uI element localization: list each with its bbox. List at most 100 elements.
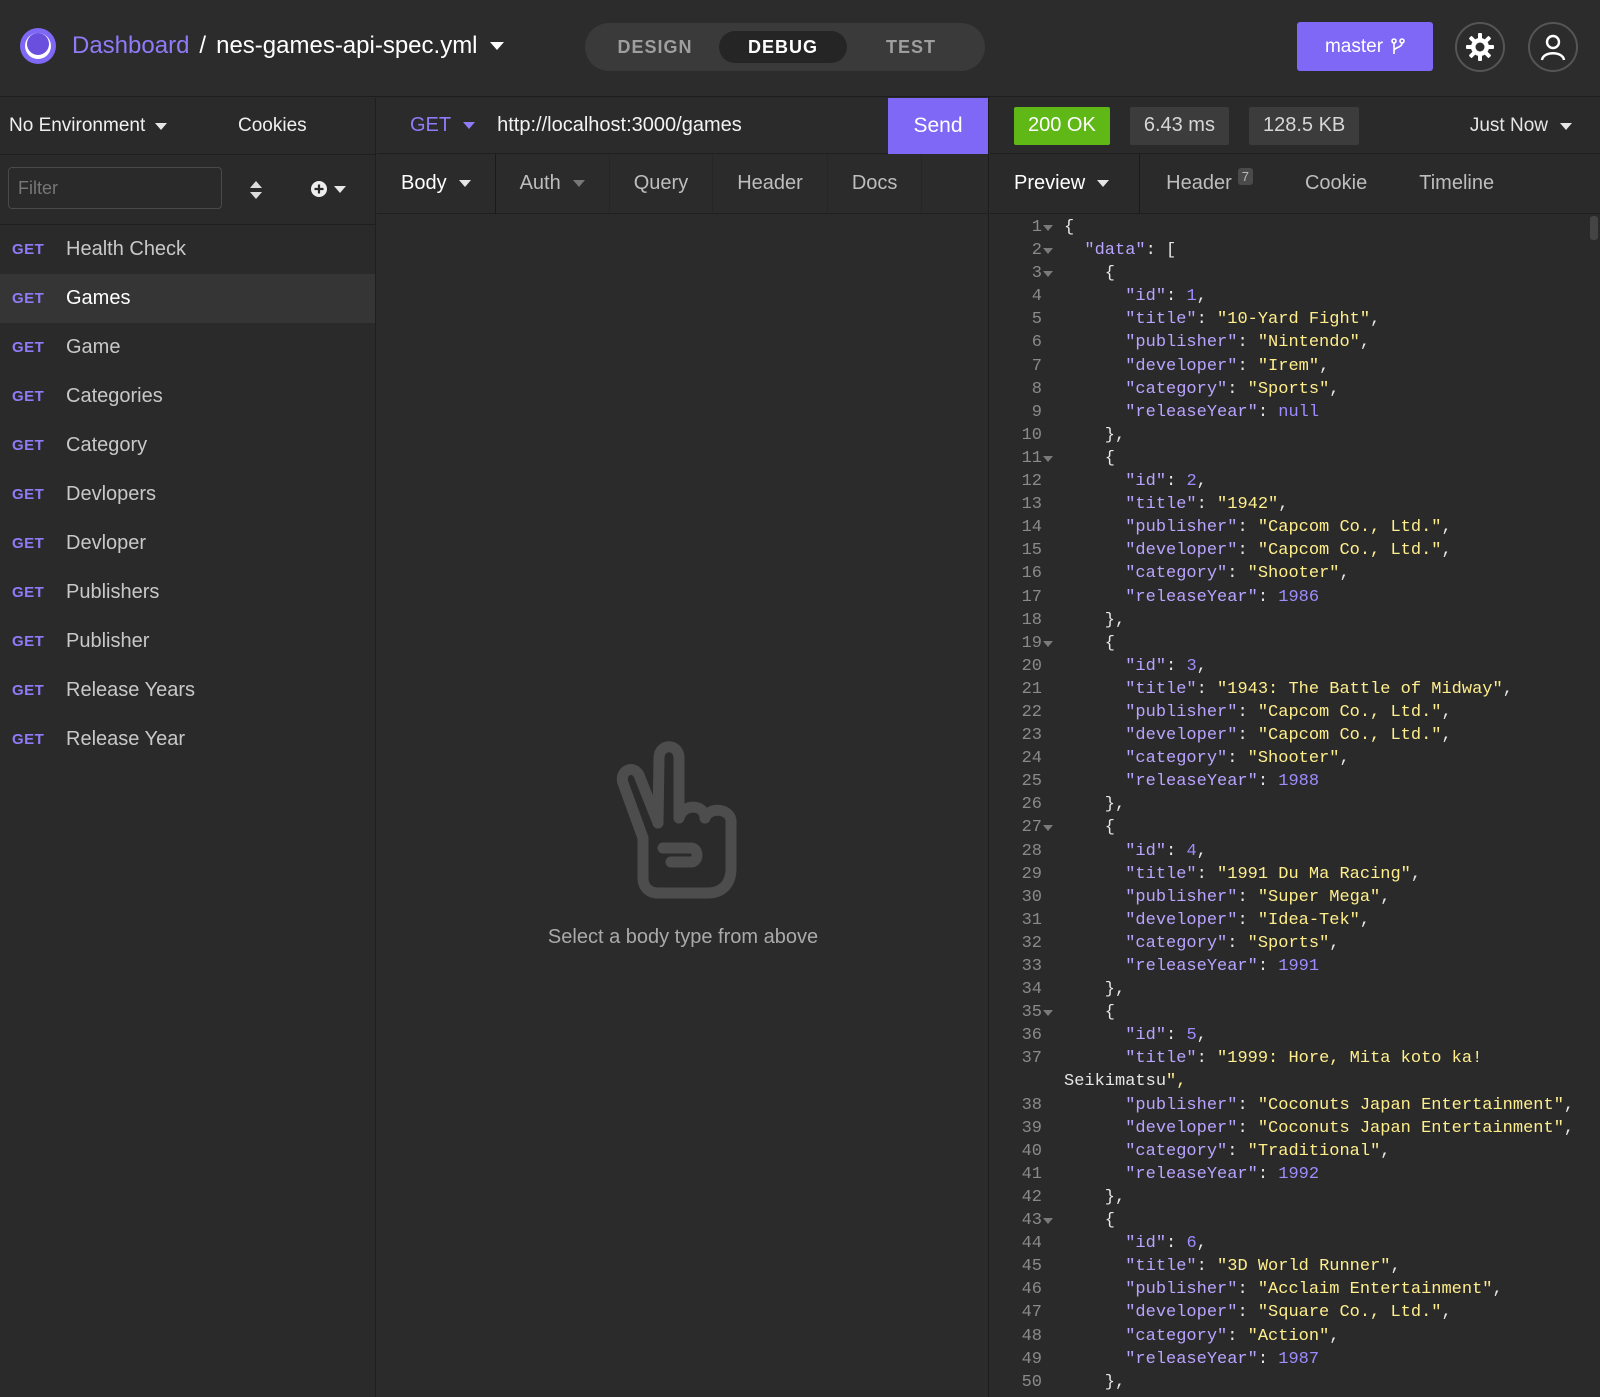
tab-preview-label: Preview [1014,172,1086,194]
tab-body[interactable]: Body [377,154,496,213]
response-size-badge: 128.5 KB [1248,106,1360,145]
insomnia-logo-icon[interactable] [20,28,56,64]
sidebar-item-devloper[interactable]: GET Devloper [0,519,375,568]
settings-button[interactable] [1455,22,1505,72]
line-number: 31 [1021,910,1042,930]
code-line: 23 "developer": "Capcom Co., Ltd.", [990,724,1590,747]
sidebar-item-publisher[interactable]: GET Publisher [0,617,375,666]
fold-toggle-icon[interactable] [1043,248,1053,255]
fold-toggle-icon[interactable] [1043,1010,1053,1017]
method-badge: GET [12,731,45,748]
fold-toggle-icon[interactable] [1043,225,1053,231]
scrollbar-thumb[interactable] [1590,216,1598,240]
sort-icon[interactable] [248,179,264,201]
tab-auth-label: Auth [519,172,561,194]
line-number: 17 [1021,587,1042,607]
code-line: 36 "id": 5, [990,1024,1590,1047]
url-input[interactable]: http://localhost:3000/games [497,114,742,137]
code-text: "category": "Traditional", [1125,1141,1391,1161]
line-number: 19 [1021,633,1042,653]
code-line: 18 }, [990,609,1590,632]
method-badge: GET [12,388,45,405]
sidebar-item-category[interactable]: GET Category [0,421,375,470]
history-label: Just Now [1469,115,1548,136]
code-line: 3 { [990,262,1590,285]
sidebar-item-categories[interactable]: GET Categories [0,372,375,421]
line-number: 9 [1031,402,1042,422]
method-badge: GET [12,486,45,503]
fold-toggle-icon[interactable] [1043,455,1053,462]
fold-toggle-icon[interactable] [1043,1218,1053,1225]
line-number: 12 [1021,472,1042,492]
account-button[interactable] [1528,22,1578,72]
filter-input[interactable] [8,167,222,209]
sidebar-item-publishers[interactable]: GET Publishers [0,568,375,617]
history-dropdown[interactable]: Just Now [1470,115,1572,137]
sidebar-item-game[interactable]: GET Game [0,323,375,372]
method-badge: GET [12,437,45,454]
branch-label: master [1324,35,1384,57]
send-button[interactable]: Send [888,98,988,154]
request-name: Devlopers [66,483,157,505]
response-json-viewer[interactable]: 1{2 "data": [3 {4 "id": 1, 5 "title": "10… [990,216,1590,1397]
tab-response-header[interactable]: Header 7 [1140,154,1279,213]
filter-row [0,155,375,225]
code-text: "title": "1943: The Battle of Midway", [1125,679,1513,699]
tab-preview[interactable]: Preview [990,154,1141,213]
fold-toggle-icon[interactable] [1043,825,1053,832]
code-text: "developer": "Idea-Tek", [1125,910,1371,930]
fold-toggle-icon[interactable] [1043,271,1053,278]
tab-debug[interactable]: DEBUG [719,31,847,63]
code-line: 24 "category": "Shooter", [990,747,1590,770]
code-text: "publisher": "Super Mega", [1125,887,1391,907]
sidebar-item-release-year[interactable]: GET Release Year [0,715,375,764]
line-number: 25 [1021,772,1042,792]
line-number: 36 [1021,1026,1042,1046]
code-text: "id": 1, [1125,287,1207,307]
breadcrumb-separator: / [199,32,207,59]
code-text: "releaseYear": 1992 [1125,1164,1320,1184]
tab-query[interactable]: Query [610,154,714,213]
add-request-button[interactable] [310,180,346,198]
breadcrumb-file[interactable]: nes-games-api-spec.yml [216,32,477,60]
code-line: 45 "title": "3D World Runner", [990,1255,1590,1278]
line-number: 35 [1021,1003,1042,1023]
empty-body-state: Select a body type from above [377,738,989,949]
code-line: 35 { [990,1001,1590,1024]
line-number: 32 [1021,933,1042,953]
environment-dropdown[interactable]: No Environment [0,115,238,137]
code-line: 38 "publisher": "Coconuts Japan Entertai… [990,1094,1590,1117]
method-dropdown[interactable]: GET [410,114,476,137]
chevron-down-icon[interactable] [489,42,504,50]
tab-body-label: Body [401,172,447,194]
line-number: 37 [1021,1049,1042,1069]
code-text: "id": 3, [1125,656,1207,676]
request-name: Category [66,434,148,456]
code-text: "category": "Sports", [1125,379,1340,399]
tab-docs[interactable]: Docs [828,154,923,213]
breadcrumb: Dashboard / nes-games-api-spec.yml [72,32,504,60]
fold-toggle-icon[interactable] [1043,640,1053,647]
breadcrumb-dashboard-link[interactable]: Dashboard [72,32,189,60]
sidebar-item-games[interactable]: GET Games [0,274,375,323]
sidebar-item-health-check[interactable]: GET Health Check [0,225,375,274]
tab-test[interactable]: TEST [847,31,975,63]
code-text: "id": 5, [1125,1026,1207,1046]
tab-timeline[interactable]: Timeline [1393,154,1520,213]
line-number: 24 [1021,749,1042,769]
tab-cookie[interactable]: Cookie [1279,154,1393,213]
cookies-button[interactable]: Cookies [238,115,307,137]
line-number: 46 [1021,1280,1042,1300]
line-number: 11 [1021,448,1042,468]
branch-button[interactable]: master [1297,22,1433,71]
code-text: }, [1064,610,1126,630]
code-text: "category": "Shooter", [1125,749,1350,769]
tab-auth[interactable]: Auth [496,154,610,213]
sidebar-item-release-years[interactable]: GET Release Years [0,666,375,715]
sidebar-item-devlopers[interactable]: GET Devlopers [0,470,375,519]
tab-header[interactable]: Header [713,154,828,213]
code-text: { [1064,1003,1116,1023]
code-text: "publisher": "Nintendo", [1125,333,1371,353]
chevron-down-icon [463,122,476,129]
tab-design[interactable]: DESIGN [591,31,719,63]
